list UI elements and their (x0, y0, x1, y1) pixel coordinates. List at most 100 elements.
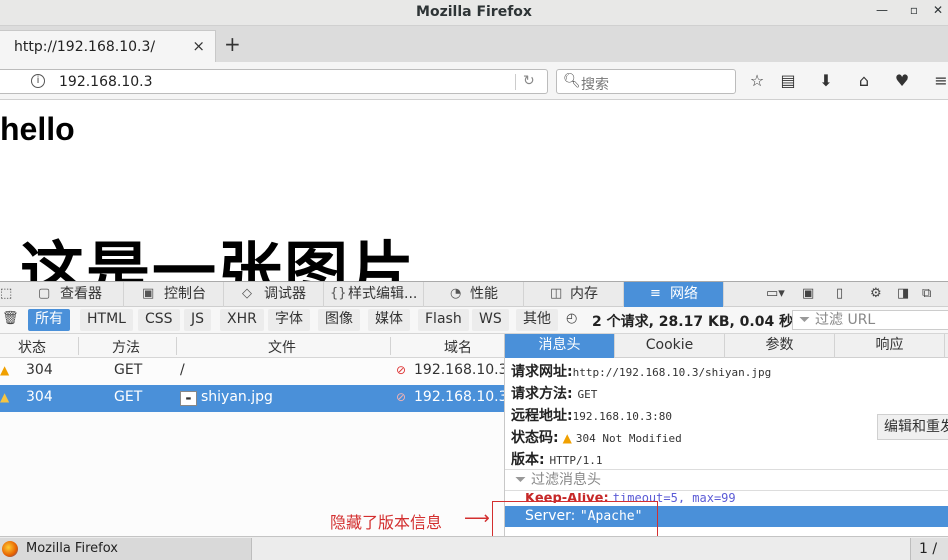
tab-response[interactable]: 响应 (835, 334, 945, 358)
filter-images[interactable]: 图像 (318, 309, 360, 331)
search-placeholder: 搜索 (581, 77, 609, 93)
row-status: 304 (26, 362, 53, 378)
page-big-text: 这是一张图片 (20, 236, 416, 281)
url-text[interactable]: 192.168.10.3 (59, 74, 153, 90)
filter-js[interactable]: JS (184, 309, 212, 331)
filter-ws[interactable]: WS (472, 309, 509, 331)
debugger-icon: ◇ (242, 286, 252, 301)
column-method[interactable]: 方法 (112, 337, 140, 357)
bookmark-star-icon[interactable]: ☆ (746, 71, 768, 93)
workspace-pager[interactable]: 1 / (910, 538, 948, 560)
header-filter-placeholder: 过滤消息头 (531, 472, 601, 488)
request-method-label: 请求方法: (511, 386, 573, 402)
trash-icon[interactable]: 🗑︎ (2, 311, 19, 326)
tab-label: 性能 (470, 286, 498, 302)
maximize-button[interactable]: ▫ (904, 3, 924, 21)
annotation-box (492, 501, 658, 541)
status-code-line: 状态码: ▲ 304 Not Modified (511, 427, 682, 447)
page-heading: hello (0, 111, 75, 147)
filter-other[interactable]: 其他 (516, 309, 558, 331)
menu-icon[interactable]: ≡ (930, 71, 948, 93)
taskbar-item[interactable]: Mozilla Firefox (0, 538, 252, 560)
taskbar-item-label: Mozilla Firefox (26, 541, 118, 556)
filter-url-placeholder: 过滤 URL (815, 312, 876, 328)
network-icon: ≡ (650, 286, 661, 301)
table-row[interactable]: ▲ 304 GET / ⊘ 192.168.10.3 (0, 358, 508, 385)
tab-headers[interactable]: 消息头 (505, 334, 615, 358)
performance-analysis-icon[interactable]: ◴ (566, 311, 577, 326)
tab-label: 内存 (570, 286, 598, 302)
console-icon: ▣ (142, 286, 155, 301)
request-method-value: GET (577, 388, 598, 401)
performance-icon: ◔ (450, 286, 462, 301)
header-filter-input[interactable]: ⏷ 过滤消息头 (505, 469, 948, 491)
browser-tab[interactable]: http://192.168.10.3/ × (0, 30, 216, 62)
row-status: 304 (26, 389, 53, 405)
new-tab-button[interactable]: + (224, 34, 241, 54)
dock-side-icon[interactable]: ◨ (897, 286, 909, 301)
warning-icon: ▲ (0, 363, 10, 377)
minimize-button[interactable]: — (872, 3, 892, 21)
url-bar[interactable]: i 192.168.10.3 ↻ (0, 69, 548, 94)
settings-icon[interactable]: ⚙ (870, 286, 882, 301)
remote-address-line: 远程地址:192.168.10.3:80 (511, 405, 672, 425)
filter-media[interactable]: 媒体 (368, 309, 410, 331)
tab-console[interactable]: ▣ 控制台 (124, 282, 224, 307)
responsive-icon[interactable]: ▯ (836, 286, 843, 301)
filter-flash[interactable]: Flash (418, 309, 469, 331)
window-titlebar: Mozilla Firefox — ▫ ✕ (0, 0, 948, 26)
undock-icon[interactable]: ⧉ (922, 286, 931, 301)
request-url-label: 请求网址: (511, 364, 573, 380)
column-domain[interactable]: 域名 (444, 337, 472, 357)
column-file[interactable]: 文件 (268, 337, 296, 357)
version-line: 版本: HTTP/1.1 (511, 449, 602, 469)
annotation-arrow-icon: ⟶ (464, 508, 490, 529)
filter-xhr[interactable]: XHR (220, 309, 264, 331)
row-method: GET (114, 389, 143, 405)
search-bar[interactable]: 🔍︎ 搜索 (556, 69, 736, 94)
filter-url-input[interactable]: ⏷ 过滤 URL (792, 310, 948, 330)
table-row[interactable]: ▲ 304 GET ▬ shiyan.jpg ⊘ 192.168.10.3 (0, 385, 508, 412)
urlbar-separator (515, 74, 516, 90)
request-url-value: http://192.168.10.3/shiyan.jpg (572, 366, 772, 379)
tab-label: 调试器 (264, 286, 306, 302)
close-window-button[interactable]: ✕ (928, 3, 948, 21)
filter-all[interactable]: 所有 (28, 309, 70, 331)
warning-icon: ▲ (562, 431, 572, 445)
details-tabs: 消息头 Cookie 参数 响应 (505, 334, 948, 358)
download-icon[interactable]: ⬇ (815, 71, 837, 93)
edit-and-resend-button[interactable]: 编辑和重发 (877, 414, 948, 440)
column-status[interactable]: 状态 (18, 337, 46, 357)
filter-css[interactable]: CSS (138, 309, 180, 331)
filter-fonts[interactable]: 字体 (268, 309, 310, 331)
close-tab-icon[interactable]: × (192, 37, 205, 55)
layout-toggle-icon[interactable]: ▭▾ (766, 286, 785, 301)
screenshot-icon[interactable]: ▣ (802, 286, 814, 301)
taskbar: Mozilla Firefox 1 / (0, 536, 948, 560)
filter-html[interactable]: HTML (80, 309, 133, 331)
tab-performance[interactable]: ◔ 性能 (424, 282, 524, 307)
tab-cookies[interactable]: Cookie (615, 334, 725, 358)
tab-label: 样式编辑... (348, 286, 418, 302)
tab-network[interactable]: ≡ 网络 (624, 282, 724, 307)
home-icon[interactable]: ⌂ (853, 71, 875, 93)
filter-icon: ⏷ (515, 472, 527, 488)
devtools-panel: ⬚ ▢ 查看器 ▣ 控制台 ◇ 调试器 {} 样式编辑... ◔ 性能 ◫ 内存 ≡ 网络 ▭… (0, 281, 948, 537)
tab-inspector[interactable]: ▢ 查看器 (20, 282, 124, 307)
site-info-icon[interactable]: i (31, 74, 45, 88)
request-table-header: 状态 方法 文件 域名 (0, 334, 504, 358)
status-code-value: 304 Not Modified (575, 432, 682, 445)
pick-element-icon[interactable]: ⬚ (0, 286, 12, 301)
search-icon: 🔍︎ (563, 73, 581, 89)
tab-memory[interactable]: ◫ 内存 (524, 282, 624, 307)
tab-params[interactable]: 参数 (725, 334, 835, 358)
tab-style-editor[interactable]: {} 样式编辑... (324, 282, 424, 307)
warning-icon: ▲ (0, 390, 10, 404)
reading-list-icon[interactable]: ▤ (777, 71, 799, 93)
column-divider (78, 337, 79, 355)
request-method-line: 请求方法: GET (511, 383, 597, 403)
network-summary: 2 个请求, 28.17 KB, 0.04 秒 (592, 314, 794, 330)
tab-debugger[interactable]: ◇ 调试器 (224, 282, 324, 307)
reload-icon[interactable]: ↻ (523, 73, 535, 89)
pocket-icon[interactable]: ♥ (891, 71, 913, 93)
